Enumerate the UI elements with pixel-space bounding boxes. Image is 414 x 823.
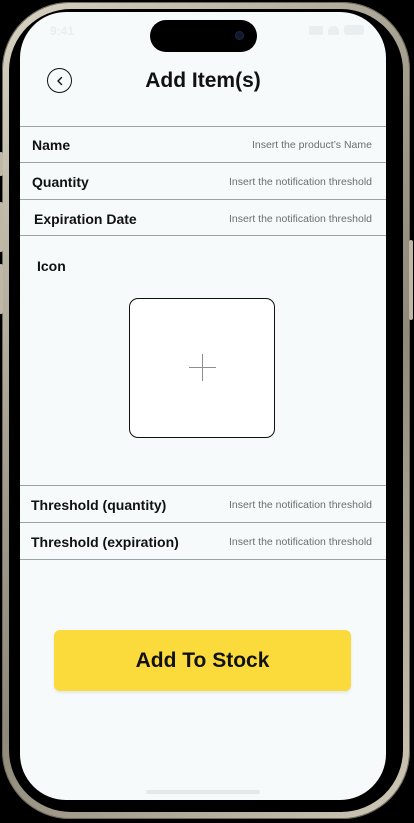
icon-label: Icon [37, 258, 66, 274]
app-screen: 9:41 Add Item(s) Name Quantity Expiratio… [20, 12, 386, 800]
action-button [0, 152, 3, 176]
threshold-expiration-label: Threshold (expiration) [31, 534, 179, 550]
divider [20, 235, 386, 236]
threshold-quantity-label: Threshold (quantity) [31, 497, 167, 513]
expiration-date-input[interactable] [182, 210, 372, 228]
name-row: Name [20, 126, 386, 162]
page-title: Add Item(s) [145, 69, 261, 92]
power-button [409, 240, 413, 320]
status-time: 9:41 [50, 24, 75, 38]
volume-down-button [0, 264, 3, 314]
quantity-label: Quantity [32, 174, 89, 190]
plus-icon [189, 354, 216, 381]
front-camera [235, 31, 244, 40]
volume-up-button [0, 202, 3, 252]
name-input[interactable] [182, 136, 372, 154]
expiration-date-label: Expiration Date [34, 211, 137, 227]
expiration-date-row: Expiration Date [20, 200, 386, 236]
add-to-stock-button[interactable]: Add To Stock [54, 630, 351, 691]
icon-picker[interactable] [129, 298, 275, 438]
home-indicator[interactable] [146, 790, 260, 794]
threshold-expiration-input[interactable] [182, 533, 372, 551]
threshold-quantity-row: Threshold (quantity) [20, 486, 386, 522]
divider [20, 559, 386, 560]
quantity-input[interactable] [182, 173, 372, 191]
status-icons [309, 25, 364, 35]
quantity-row: Quantity [20, 163, 386, 199]
wifi-icon [328, 25, 339, 35]
threshold-quantity-input[interactable] [182, 496, 372, 514]
battery-icon [344, 25, 364, 35]
header: Add Item(s) [20, 62, 386, 102]
signal-icon [309, 25, 323, 35]
name-label: Name [32, 137, 71, 153]
threshold-expiration-row: Threshold (expiration) [20, 523, 386, 559]
dynamic-island [150, 20, 257, 52]
